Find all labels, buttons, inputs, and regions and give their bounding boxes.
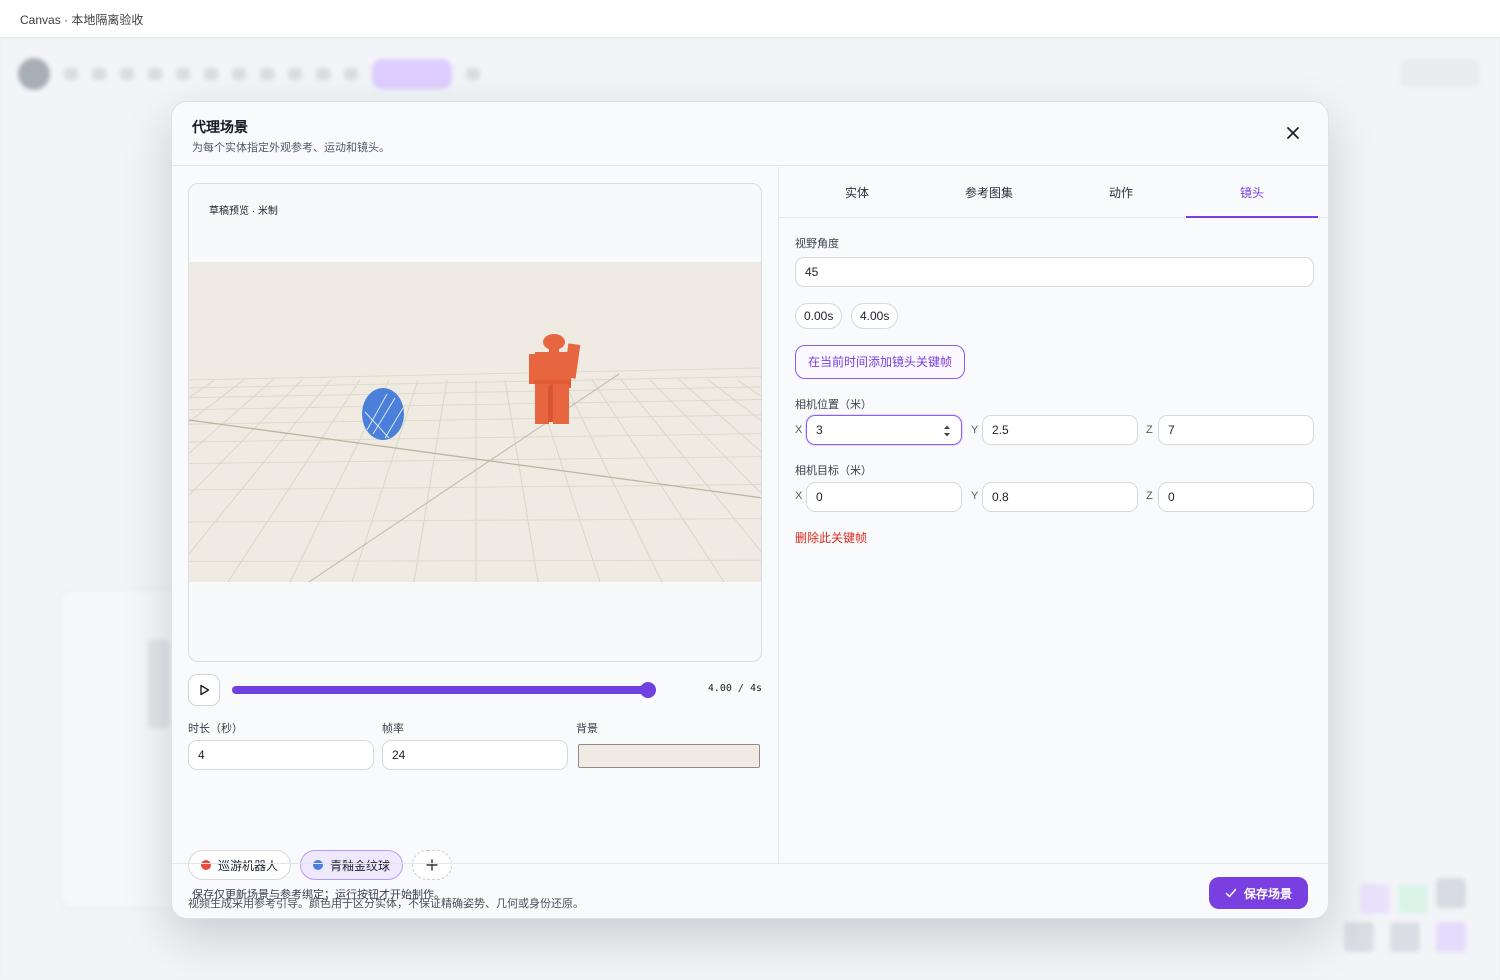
modal-subtitle: 为每个实体指定外观参考、运动和镜头。 bbox=[192, 142, 390, 154]
scene-preview[interactable]: 草稿预览 · 米制 bbox=[188, 183, 762, 662]
playback-bar: 4.00 / 4s bbox=[188, 674, 762, 706]
duration-label: 时长（秒） bbox=[188, 723, 243, 735]
duration-input[interactable]: 4 bbox=[188, 740, 374, 770]
camera-target-x-input[interactable]: 0 bbox=[806, 482, 962, 512]
preview-column: 草稿预览 · 米制 4.00 / 4s 时长（秒） 帧率 背景 4 24 巡游机… bbox=[172, 167, 778, 910]
save-scene-button[interactable]: 保存场景 bbox=[1208, 877, 1308, 909]
ball-entity[interactable] bbox=[362, 388, 404, 440]
timeline-thumb[interactable] bbox=[640, 682, 656, 698]
camera-position-y-input[interactable]: 2.5 bbox=[982, 415, 1138, 445]
settings-tabs: 实体 参考图集 动作 镜头 bbox=[779, 167, 1328, 218]
keyframe-time-chip[interactable]: 4.00s bbox=[851, 303, 899, 329]
fps-label: 帧率 bbox=[382, 723, 404, 735]
tab-motion[interactable]: 动作 bbox=[1055, 167, 1187, 218]
background-color-picker[interactable] bbox=[578, 744, 760, 768]
axis-label-x: X bbox=[795, 490, 803, 502]
settings-column: 实体 参考图集 动作 镜头 视野角度 45 0.00s 4.00s 在当前时间添… bbox=[779, 167, 1328, 863]
axis-label-z: Z bbox=[1146, 424, 1153, 436]
camera-position-x-value: 3 bbox=[816, 423, 823, 437]
modal-header: 代理场景 为每个实体指定外观参考、运动和镜头。 bbox=[172, 102, 1328, 166]
keyframe-time-chip[interactable]: 0.00s bbox=[795, 303, 843, 329]
camera-position-x-input[interactable]: 3 bbox=[806, 415, 962, 445]
modal-footer: 保存仅更新场景与参考绑定；运行按钮才开始制作。 保存场景 bbox=[172, 863, 1328, 918]
time-readout: 4.00 / 4s bbox=[707, 683, 762, 694]
camera-target-label: 相机目标（米） bbox=[795, 465, 872, 477]
background-label: 背景 bbox=[576, 723, 598, 735]
fov-label: 视野角度 bbox=[795, 238, 839, 250]
close-icon[interactable] bbox=[1284, 124, 1302, 142]
modal-title: 代理场景 bbox=[192, 119, 248, 135]
tab-camera[interactable]: 镜头 bbox=[1186, 167, 1318, 218]
check-icon bbox=[1225, 888, 1237, 898]
add-camera-keyframe-button[interactable]: 在当前时间添加镜头关键帧 bbox=[795, 345, 966, 379]
camera-position-z-input[interactable]: 7 bbox=[1158, 415, 1314, 445]
proxy-scene-modal: 代理场景 为每个实体指定外观参考、运动和镜头。 草稿预览 · 米制 4.00 /… bbox=[171, 101, 1329, 919]
axis-label-y: Y bbox=[971, 424, 979, 436]
fps-input[interactable]: 24 bbox=[382, 740, 568, 770]
scene-viewport[interactable] bbox=[189, 262, 762, 582]
play-button[interactable] bbox=[188, 674, 220, 706]
footer-note: 保存仅更新场景与参考绑定；运行按钮才开始制作。 bbox=[192, 889, 445, 901]
play-icon bbox=[200, 684, 210, 696]
tab-reference-gallery[interactable]: 参考图集 bbox=[923, 167, 1055, 218]
fov-input[interactable]: 45 bbox=[795, 257, 1314, 287]
axis-label-z: Z bbox=[1146, 490, 1153, 502]
camera-position-label: 相机位置（米） bbox=[795, 399, 872, 411]
preview-label: 草稿预览 · 米制 bbox=[209, 206, 278, 217]
camera-target-y-input[interactable]: 0.8 bbox=[982, 482, 1138, 512]
tab-entities[interactable]: 实体 bbox=[791, 167, 923, 218]
axis-label-x: X bbox=[795, 424, 803, 436]
timeline-slider[interactable] bbox=[232, 682, 656, 698]
delete-keyframe-link[interactable]: 删除此关键帧 bbox=[795, 529, 867, 546]
camera-target-z-input[interactable]: 0 bbox=[1158, 482, 1314, 512]
timeline-progress bbox=[232, 686, 648, 694]
axis-label-y: Y bbox=[971, 490, 979, 502]
save-scene-label: 保存场景 bbox=[1243, 886, 1292, 901]
spin-arrows-icon[interactable] bbox=[943, 423, 951, 439]
